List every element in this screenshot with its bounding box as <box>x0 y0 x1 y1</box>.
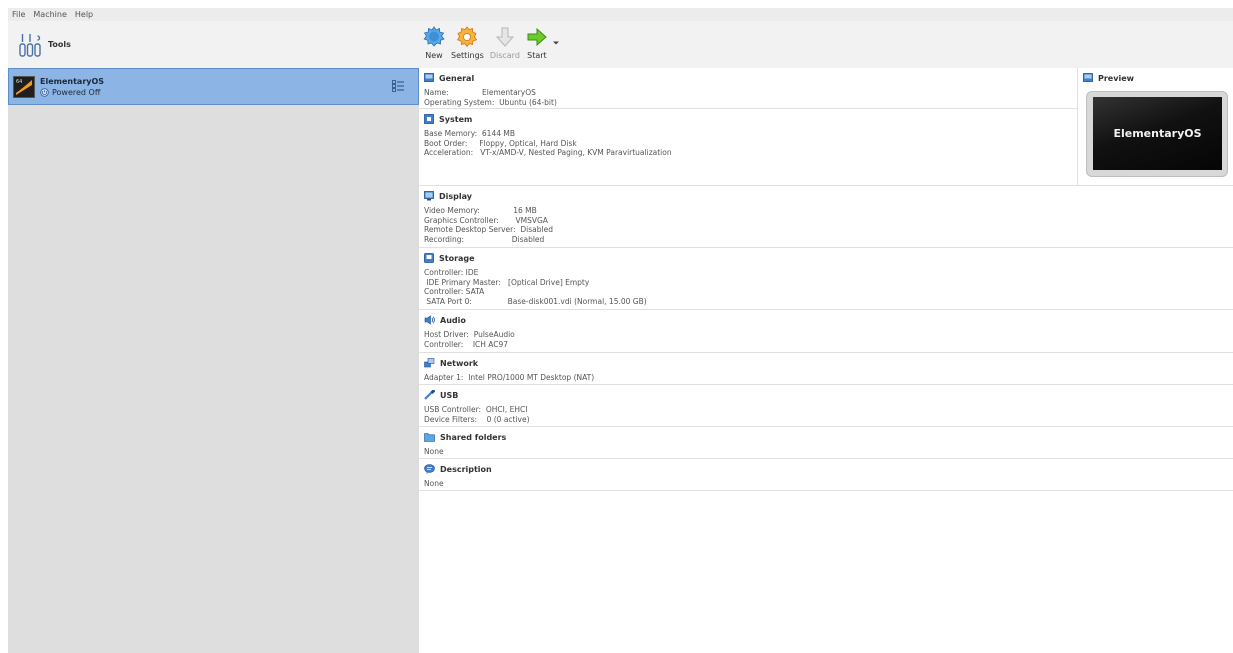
section-audio: Audio Host Driver: PulseAudio Controller… <box>419 310 1233 353</box>
section-storage-title: Storage <box>439 253 475 263</box>
display-video-row: Video Memory: 16 MB <box>424 206 537 215</box>
preview-monitor-icon <box>1083 73 1093 82</box>
menu-machine[interactable]: Machine <box>33 10 67 19</box>
display-rdp-row: Remote Desktop Server: Disabled <box>424 225 553 234</box>
preview-screen-text: ElementaryOS <box>1113 127 1202 140</box>
system-chip-icon <box>424 114 434 124</box>
section-shared-title: Shared folders <box>440 432 507 442</box>
section-general: General Name: ElementaryOS Operating Sys… <box>419 68 1077 109</box>
discard-button[interactable]: Discard <box>490 26 520 60</box>
description-none-row: None <box>424 479 444 488</box>
gear-icon <box>457 26 478 48</box>
section-display-title: Display <box>439 191 472 201</box>
audio-driver-row: Host Driver: PulseAudio <box>424 330 515 339</box>
display-graphics-row: Graphics Controller: VMSVGA <box>424 215 548 225</box>
shared-folder-icon <box>424 433 435 442</box>
section-system-title: System <box>439 114 473 124</box>
storage-ide-master-row: IDE Primary Master: [Optical Drive] Empt… <box>424 277 590 287</box>
usb-controller-row: USB Controller: OHCI, EHCI <box>424 405 528 414</box>
toolbar: New Settings Discard Start <box>419 21 1233 68</box>
power-off-icon <box>40 87 49 97</box>
os-ubuntu-icon: 64 <box>13 75 35 98</box>
system-boot-row: Boot Order: Floppy, Optical, Hard Disk <box>424 138 577 148</box>
display-monitor-icon <box>424 191 434 201</box>
section-system: System Base Memory: 6144 MB Boot Order: … <box>419 109 1077 186</box>
system-memory-row: Base Memory: 6144 MB <box>424 129 515 138</box>
menu-bar: File Machine Help <box>8 8 1233 21</box>
general-monitor-icon <box>424 73 434 82</box>
menu-file[interactable]: File <box>12 10 25 19</box>
preview-frame: ElementaryOS <box>1086 91 1228 177</box>
storage-disk-icon <box>424 253 434 263</box>
usb-filters-row: Device Filters: 0 (0 active) <box>424 414 530 424</box>
section-shared-folders: Shared folders None <box>419 427 1233 459</box>
tools-item[interactable]: Tools <box>8 21 419 68</box>
svg-text:64: 64 <box>16 79 22 85</box>
network-adapter-row: Adapter 1: Intel PRO/1000 MT Desktop (NA… <box>424 373 595 382</box>
preview-screen: ElementaryOS <box>1093 97 1222 170</box>
discard-arrow-icon <box>495 27 514 47</box>
discard-button-label: Discard <box>489 51 520 60</box>
network-icon <box>424 358 435 368</box>
general-os-row: Operating System: Ubuntu (64-bit) <box>424 97 557 107</box>
tools-icon <box>19 33 41 57</box>
section-display: Display Video Memory: 16 MB Graphics Con… <box>419 186 1233 248</box>
section-description-title: Description <box>440 464 492 474</box>
preview-panel: Preview ElementaryOS <box>1077 68 1233 186</box>
settings-button[interactable]: Settings <box>451 26 484 60</box>
section-usb: USB USB Controller: OHCI, EHCI Device Fi… <box>419 385 1233 427</box>
vm-list-item-elementaryos[interactable]: 64 ElementaryOS Powered Off <box>8 68 419 105</box>
start-button[interactable]: Start <box>526 26 548 60</box>
tools-label: Tools <box>48 40 71 49</box>
section-general-title: General <box>439 73 475 83</box>
new-button[interactable]: New <box>423 26 445 60</box>
details-pane-wide: Display Video Memory: 16 MB Graphics Con… <box>419 186 1233 491</box>
details-pane: General Name: ElementaryOS Operating Sys… <box>419 68 1077 186</box>
section-audio-title: Audio <box>440 315 466 325</box>
section-storage: Storage Controller: IDE IDE Primary Mast… <box>419 248 1233 310</box>
details-menu-icon[interactable] <box>392 80 404 92</box>
section-network-title: Network <box>440 358 479 368</box>
vm-state: Powered Off <box>40 88 104 97</box>
section-usb-title: USB <box>440 390 459 400</box>
shared-none-row: None <box>424 447 444 456</box>
audio-controller-row: Controller: ICH AC97 <box>424 339 509 349</box>
storage-ide-row: Controller: IDE <box>424 268 479 277</box>
description-speech-icon <box>424 464 435 474</box>
start-dropdown-icon[interactable] <box>552 40 560 46</box>
display-recording-row: Recording: Disabled <box>424 234 545 244</box>
system-accel-row: Acceleration: VT-x/AMD-V, Nested Paging,… <box>424 148 672 157</box>
audio-speaker-icon <box>424 315 435 325</box>
vm-state-label: Powered Off <box>52 87 101 97</box>
start-button-label: Start <box>527 51 547 60</box>
preview-title: Preview <box>1098 73 1135 83</box>
machine-list-pane: Tools 64 ElementaryOS Powered Off <box>8 21 419 653</box>
menu-help[interactable]: Help <box>75 10 93 19</box>
new-machine-icon <box>423 26 445 47</box>
new-button-label: New <box>425 51 443 60</box>
section-description: Description None <box>419 459 1233 491</box>
storage-sata-port-row: SATA Port 0: Base-disk001.vdi (Normal, 1… <box>424 296 647 306</box>
section-network: Network Adapter 1: Intel PRO/1000 MT Des… <box>419 353 1233 385</box>
storage-sata-row: Controller: SATA <box>424 287 485 296</box>
usb-icon <box>424 390 435 400</box>
vm-name: ElementaryOS <box>40 76 105 86</box>
general-name-row: Name: ElementaryOS <box>424 88 536 97</box>
settings-button-label: Settings <box>451 51 484 60</box>
start-arrow-icon <box>527 27 547 47</box>
